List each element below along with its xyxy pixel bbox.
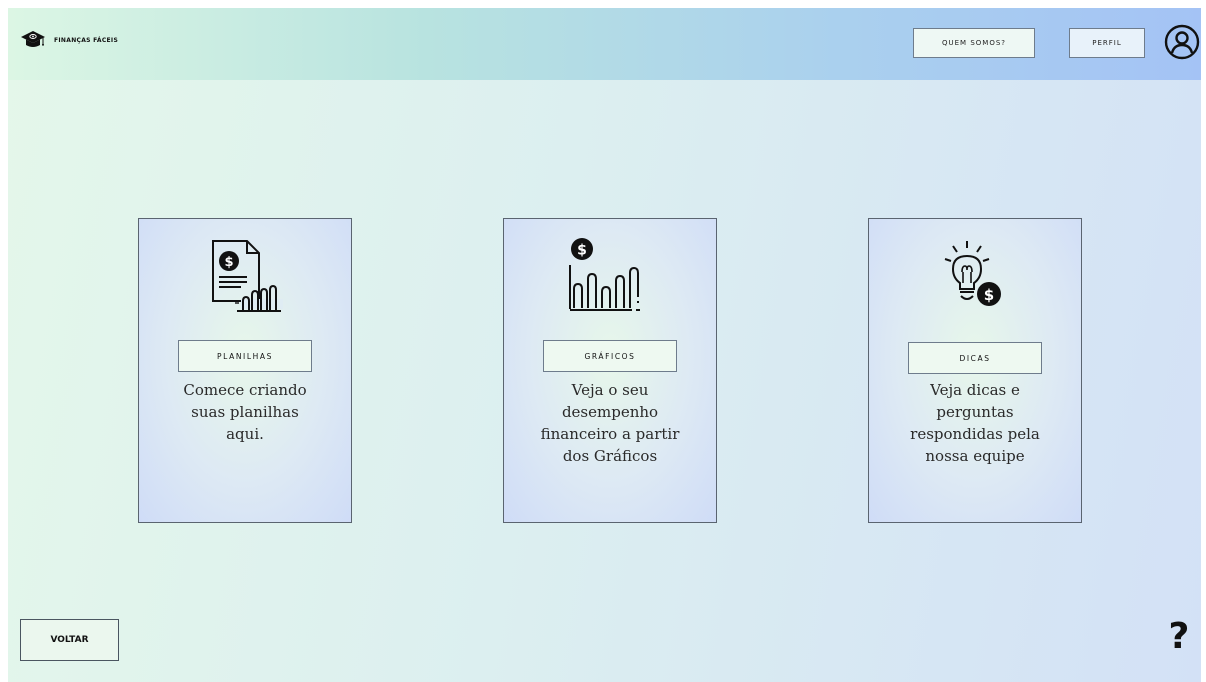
card-planilhas: $ PLANILHAS Comece criando suas planilha… — [138, 218, 352, 523]
graduation-cap-icon — [21, 31, 45, 47]
profile-button[interactable]: PERFIL — [1069, 28, 1145, 58]
help-icon[interactable]: ? — [1164, 613, 1194, 659]
card-dicas: $ DICAS Veja dicas e perguntas respondid… — [868, 218, 1082, 523]
card-graficos: $ GRÁFICOS Veja o seu desempenho finance… — [503, 218, 717, 523]
graficos-button[interactable]: GRÁFICOS — [543, 340, 677, 372]
dicas-button[interactable]: DICAS — [908, 342, 1042, 374]
description-line: financeiro a partir — [540, 425, 680, 443]
description-line: Veja o seu — [571, 381, 649, 399]
back-button[interactable]: VOLTAR — [20, 619, 119, 661]
logo[interactable]: FINANÇAS FÁCEIS — [20, 30, 118, 50]
card-description: Veja o seu desempenho financeiro a parti… — [504, 379, 716, 467]
planilhas-button[interactable]: PLANILHAS — [178, 340, 312, 372]
description-line: nossa equipe — [925, 447, 1025, 465]
app-window: FINANÇAS FÁCEIS QUEM SOMOS? PERFIL $ PLA… — [8, 8, 1201, 682]
card-description: Comece criando suas planilhas aqui. — [139, 379, 351, 445]
about-us-button[interactable]: QUEM SOMOS? — [913, 28, 1035, 58]
card-icon-wrapper: $ — [504, 237, 716, 315]
description-line: Veja dicas e — [930, 381, 1020, 399]
card-description: Veja dicas e perguntas respondidas pela … — [869, 379, 1081, 467]
description-line: desempenho — [561, 403, 659, 421]
card-icon-wrapper: $ — [869, 239, 1081, 315]
svg-text:$: $ — [984, 286, 994, 304]
bar-chart-dollar-icon: $ — [569, 238, 640, 311]
description-line: dos Gráficos — [562, 447, 658, 465]
description-line: Comece criando — [183, 381, 307, 399]
header-bar: FINANÇAS FÁCEIS QUEM SOMOS? PERFIL — [8, 8, 1201, 80]
brand-name: FINANÇAS FÁCEIS — [54, 36, 119, 44]
description-line: aqui. — [226, 425, 264, 443]
svg-text:$: $ — [224, 255, 233, 270]
svg-text:$: $ — [577, 243, 587, 259]
description-line: perguntas — [936, 403, 1014, 421]
spreadsheet-dollar-icon: $ — [212, 240, 283, 312]
user-circle-icon[interactable] — [1164, 24, 1200, 60]
card-icon-wrapper: $ — [139, 237, 351, 313]
description-line: respondidas pela — [910, 425, 1040, 443]
description-line: suas planilhas — [191, 403, 299, 421]
lightbulb-dollar-icon: $ — [944, 241, 1001, 306]
